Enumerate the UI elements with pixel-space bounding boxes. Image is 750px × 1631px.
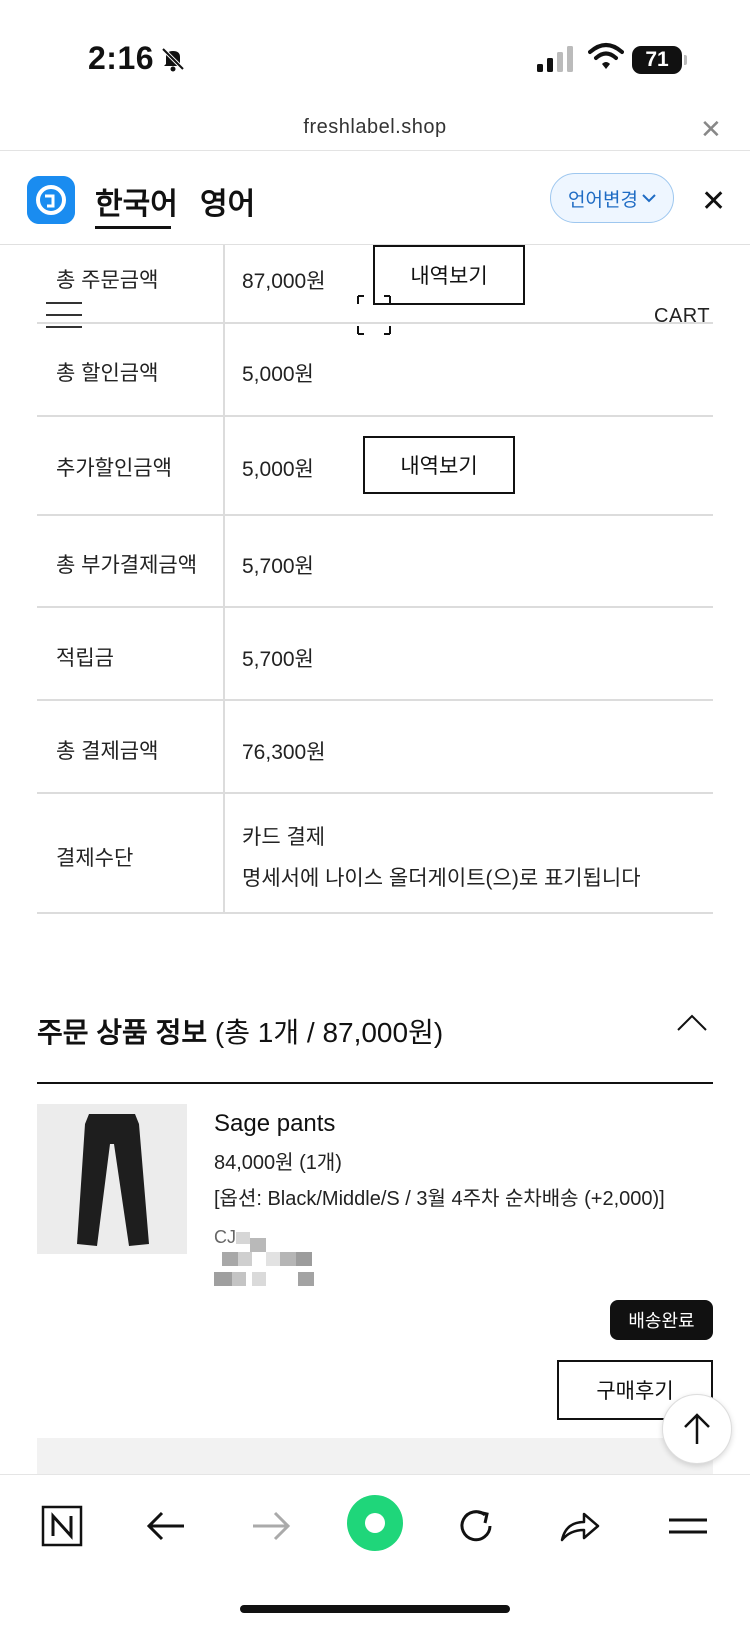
- row-label-points: 적립금: [56, 647, 114, 670]
- translate-close-icon[interactable]: ✕: [701, 184, 726, 219]
- wifi-icon: [588, 43, 624, 69]
- row-label-total-payment: 총 결제금액: [56, 740, 159, 763]
- battery-indicator: 71: [632, 46, 687, 74]
- green-dot-icon: [347, 1495, 403, 1551]
- row-label-additional-payment: 총 부가결제금액: [56, 554, 198, 577]
- row-label-total-discount: 총 할인금액: [56, 362, 159, 385]
- order-products-title: 주문 상품 정보 (총 1개 / 87,000원): [37, 1011, 443, 1051]
- row-value-extra-discount: 5,000원: [242, 458, 314, 481]
- product-name[interactable]: Sage pants: [214, 1110, 335, 1138]
- status-time: 2:16: [88, 40, 155, 76]
- row-label-extra-discount: 추가할인금액: [56, 457, 172, 480]
- language-change-label: 언어변경: [568, 189, 638, 211]
- bell-off-icon: [161, 47, 185, 72]
- naver-n-icon: [41, 1505, 83, 1547]
- arrow-up-icon: [684, 1413, 710, 1444]
- menu-lines-icon: [669, 1518, 707, 1534]
- view-details-button[interactable]: 내역보기: [373, 245, 525, 305]
- hamburger-menu-icon[interactable]: [46, 302, 82, 328]
- share-button[interactable]: [552, 1498, 608, 1554]
- forward-button[interactable]: [243, 1498, 299, 1554]
- redacted-tracking-info: [214, 1232, 314, 1286]
- view-details-button[interactable]: 내역보기: [363, 436, 515, 494]
- row-value-total-order: 87,000원: [242, 270, 326, 293]
- pants-image-icon: [37, 1104, 187, 1254]
- row-divider: [37, 514, 713, 516]
- translate-logo-icon: [27, 176, 75, 224]
- close-url-icon[interactable]: ✕: [700, 114, 722, 145]
- site-logo-icon[interactable]: [356, 294, 392, 336]
- chevron-down-icon: [642, 194, 656, 203]
- row-value-payment-note: 명세서에 나이스 올더게이트(으)로 표기됩니다: [242, 867, 641, 890]
- green-dot-button[interactable]: [344, 1492, 406, 1554]
- next-section-background: [37, 1438, 713, 1474]
- url-divider: [0, 150, 750, 151]
- scroll-to-top-button[interactable]: [662, 1394, 732, 1464]
- forward-arrow-icon: [253, 1511, 291, 1541]
- product-option: [옵션: Black/Middle/S / 3월 4주차 순차배송 (+2,00…: [214, 1188, 665, 1210]
- row-value-payment-method: 카드 결제: [242, 826, 326, 849]
- row-value-points: 5,700원: [242, 648, 314, 671]
- row-divider: [37, 415, 713, 417]
- row-divider: [37, 792, 713, 794]
- target-language-tab[interactable]: 영어: [200, 179, 255, 223]
- active-language-underline: [95, 226, 171, 229]
- order-products-summary: (총 1개 / 87,000원): [214, 1017, 444, 1048]
- row-divider: [37, 912, 713, 914]
- order-products-heading: 주문 상품 정보: [37, 1017, 208, 1048]
- home-indicator: [240, 1605, 510, 1613]
- row-label-total-order: 총 주문금액: [56, 269, 159, 292]
- row-value-total-discount: 5,000원: [242, 363, 314, 386]
- back-button[interactable]: [138, 1498, 194, 1554]
- table-column-divider: [223, 245, 225, 913]
- url-text[interactable]: freshlabel.shop: [0, 116, 750, 139]
- delivery-status-badge: 배송완료: [610, 1300, 713, 1340]
- row-label-payment-method: 결제수단: [56, 847, 134, 870]
- row-value-total-payment: 76,300원: [242, 741, 326, 764]
- language-change-button[interactable]: 언어변경: [550, 173, 674, 223]
- browser-menu-button[interactable]: [660, 1498, 716, 1554]
- back-arrow-icon: [146, 1511, 184, 1541]
- source-language-tab[interactable]: 한국어: [95, 179, 178, 223]
- share-arrow-icon: [560, 1512, 600, 1542]
- cart-link[interactable]: CART: [654, 305, 710, 328]
- reload-icon: [460, 1510, 492, 1542]
- row-divider: [37, 699, 713, 701]
- row-value-additional-payment: 5,700원: [242, 555, 314, 578]
- chevron-up-icon[interactable]: [676, 1012, 708, 1032]
- product-price: 84,000원 (1개): [214, 1152, 342, 1174]
- naver-home-button[interactable]: [34, 1498, 90, 1554]
- row-divider: [37, 606, 713, 608]
- product-thumbnail[interactable]: [37, 1104, 187, 1254]
- reload-button[interactable]: [448, 1498, 504, 1554]
- signal-icon: [537, 46, 573, 72]
- section-divider: [37, 1082, 713, 1084]
